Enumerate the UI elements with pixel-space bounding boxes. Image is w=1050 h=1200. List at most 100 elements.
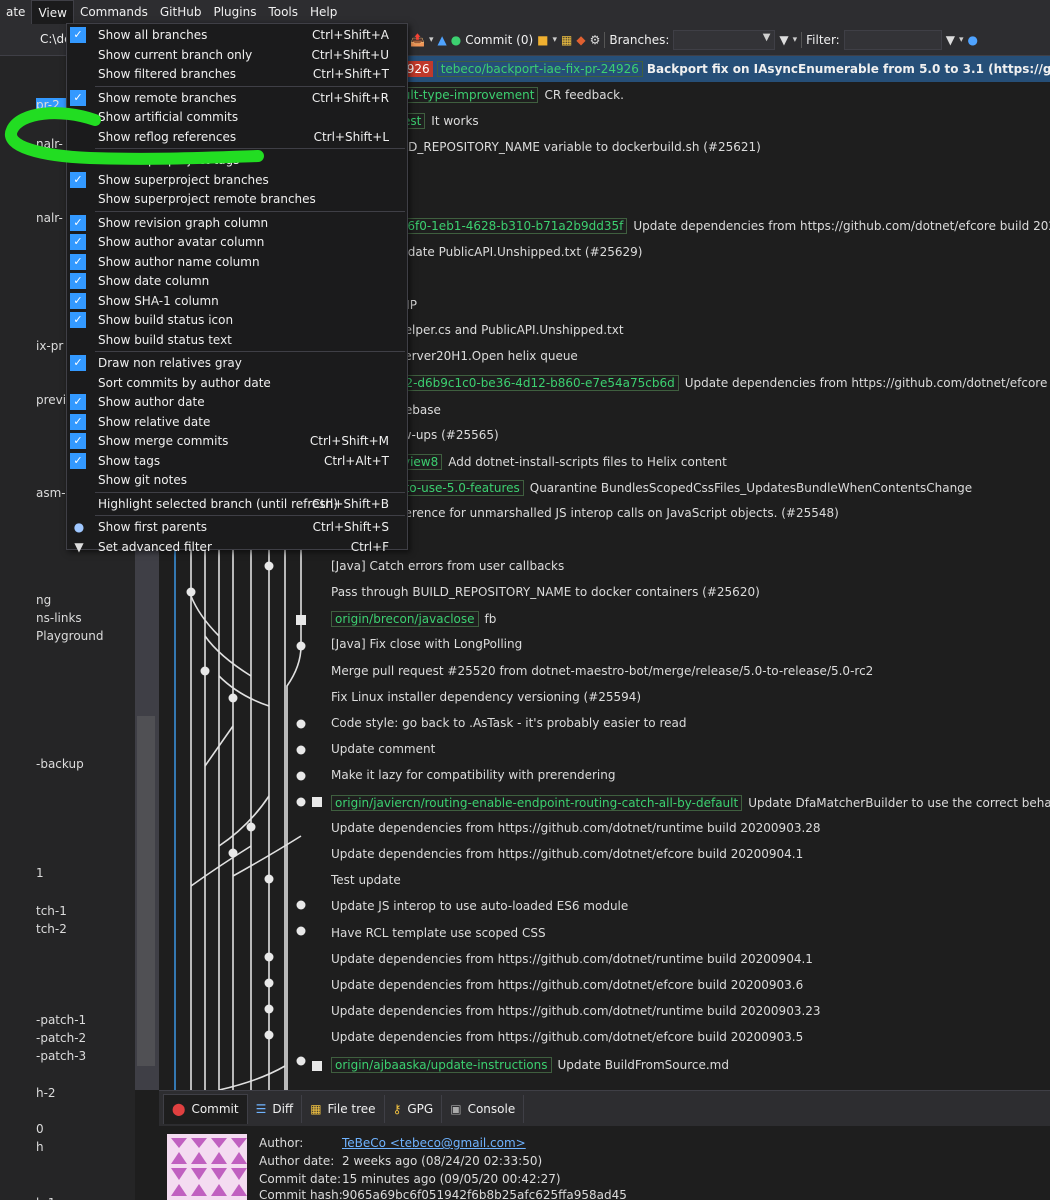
branch-tree-item[interactable]: h-1 (36, 1196, 56, 1200)
revision-row[interactable]: Update dependencies from https://github.… (159, 842, 1050, 868)
revision-row[interactable]: Update JS interop to use auto-loaded ES6… (159, 894, 1050, 920)
menu-item-show-sha-1-column[interactable]: ✓ Show SHA-1 column (67, 292, 407, 311)
branch-tree-item[interactable]: -patch-2 (36, 1031, 86, 1045)
revision-row[interactable]: Update dependencies from https://github.… (159, 947, 1050, 973)
filter-input[interactable] (843, 30, 942, 50)
branch-tree-item[interactable]: -patch-1 (36, 1013, 86, 1027)
push-icon[interactable]: 📤 (410, 32, 425, 48)
stash-icon[interactable]: ■ (537, 32, 548, 48)
branch-tree-item[interactable]: ng (36, 593, 51, 607)
revision-row[interactable]: origin/javiercn/routing-enable-endpoint-… (159, 790, 1050, 816)
menu-item-show-date-column[interactable]: ✓ Show date column (67, 272, 407, 291)
menu-item-show-author-avatar-column[interactable]: ✓ Show author avatar column (67, 233, 407, 252)
dropdown-arrow-icon[interactable]: ▾ (553, 32, 558, 48)
menu-item-draw-non-relatives-gray[interactable]: ✓ Draw non relatives gray (67, 354, 407, 373)
revision-row[interactable]: origin/ajbaaska/update-instructions Updat… (159, 1052, 1050, 1078)
menu-item-show-author-date[interactable]: ✓ Show author date (67, 393, 407, 412)
menu-item-show-superproject-branches[interactable]: ✓ Show superproject branches (67, 171, 407, 190)
branch-tree-item[interactable]: pr-2 (36, 98, 60, 112)
revision-row[interactable]: [Java] Catch errors from user callbacks (159, 554, 1050, 580)
menu-item-show-all-branches[interactable]: ✓ Show all branches Ctrl+Shift+A (67, 26, 407, 45)
revision-row[interactable]: Update dependencies from https://github.… (159, 1025, 1050, 1051)
menu-item-show-artificial-commits[interactable]: Show artificial commits (67, 108, 407, 127)
filter-icon[interactable]: ▼ (779, 32, 788, 48)
tab-gpg[interactable]: ⚷ GPG (385, 1094, 443, 1123)
tab-diff[interactable]: ☰ Diff (248, 1094, 303, 1123)
menu-item-show-superproject-remote-branches[interactable]: Show superproject remote branches (67, 190, 407, 209)
branch-ref-label[interactable]: tebeco/backport-iae-fix-pr-24926 (436, 61, 643, 77)
menu-item-sort-commits-by-author-date[interactable]: Sort commits by author date (67, 374, 407, 393)
branch-tree-item[interactable]: -patch-3 (36, 1049, 86, 1063)
menu-item-highlight-selected-branch-until-refresh[interactable]: Highlight selected branch (until refresh… (67, 495, 407, 514)
menu-item-show-build-status-icon[interactable]: ✓ Show build status icon (67, 311, 407, 330)
menu-item-show-merge-commits[interactable]: ✓ Show merge commits Ctrl+Shift+M (67, 432, 407, 451)
branch-tree-item[interactable]: h-2 (36, 1086, 56, 1100)
menu-item-show-revision-graph-column[interactable]: ✓ Show revision graph column (67, 214, 407, 233)
menu-item-show-first-parents[interactable]: ● Show first parents Ctrl+Shift+S (67, 518, 407, 537)
branch-tree-item[interactable]: Playground (36, 629, 103, 643)
gear-icon[interactable]: ⚙ (590, 32, 601, 48)
menu-item-show-author-name-column[interactable]: ✓ Show author name column (67, 253, 407, 272)
dropdown-arrow-icon[interactable]: ▾ (793, 32, 798, 48)
author-link[interactable]: TeBeCo <tebeco@gmail.com> (342, 1136, 526, 1150)
git-icon[interactable]: ◆ (576, 32, 585, 48)
branch-tree-item[interactable]: ns-links (36, 611, 82, 625)
revision-row[interactable]: Pass through BUILD_REPOSITORY_NAME to do… (159, 580, 1050, 606)
branch-tree-item[interactable]: 1 (36, 866, 44, 880)
revision-row[interactable]: [Java] Fix close with LongPolling (159, 632, 1050, 658)
branch-tree-item[interactable]: tch-2 (36, 922, 67, 936)
commit-button[interactable]: Commit (0) (465, 33, 533, 47)
branch-ref-label[interactable]: origin/javiercn/routing-enable-endpoint-… (331, 794, 743, 811)
menu-view[interactable]: View (31, 0, 74, 24)
menu-item-show-tags[interactable]: ✓ Show tags Ctrl+Alt+T (67, 452, 407, 471)
revision-row[interactable]: Code style: go back to .AsTask - it's pr… (159, 711, 1050, 737)
branch-tree-item[interactable]: asm- (36, 486, 66, 500)
dropdown-arrow-icon[interactable]: ▾ (429, 32, 434, 48)
menu-item-show-build-status-text[interactable]: Show build status text (67, 331, 407, 350)
branch-tree-item[interactable]: h (36, 1140, 44, 1154)
branch-tree-item[interactable]: 0 (36, 1122, 44, 1136)
menu-navigate[interactable]: ate (0, 0, 31, 24)
menu-tools[interactable]: Tools (262, 0, 304, 24)
menu-item-show-relative-date[interactable]: ✓ Show relative date (67, 413, 407, 432)
branch-tree-item[interactable]: -backup (36, 757, 84, 771)
dropdown-arrow-icon[interactable]: ▾ (959, 32, 964, 48)
revision-row[interactable]: Merge pull request #25520 from dotnet-ma… (159, 659, 1050, 685)
menu-commands[interactable]: Commands (74, 0, 154, 24)
menu-item-show-superproject-tags[interactable]: Show superproject tags (67, 151, 407, 170)
menu-item-set-advanced-filter[interactable]: ▼ Set advanced filter Ctrl+F (67, 538, 407, 557)
home-icon[interactable]: ▲ (437, 32, 446, 48)
branch-tree-item[interactable]: nalr- (36, 137, 63, 151)
menu-item-show-filtered-branches[interactable]: Show filtered branches Ctrl+Shift+T (67, 65, 407, 84)
branch-ref-label[interactable]: origin/ajbaaska/update-instructions (331, 1056, 552, 1073)
menu-item-show-remote-branches[interactable]: ✓ Show remote branches Ctrl+Shift+R (67, 89, 407, 108)
menu-item-show-current-branch-only[interactable]: Show current branch only Ctrl+Shift+U (67, 46, 407, 65)
branches-combo[interactable]: ▼ (673, 30, 776, 50)
scrollbar-thumb[interactable] (137, 716, 155, 1066)
filter-icon[interactable]: ▼ (946, 32, 955, 48)
revision-row[interactable]: Update dependencies from https://github.… (159, 999, 1050, 1025)
branch-tree-item[interactable]: nalr- (36, 211, 63, 225)
tab-console[interactable]: ▣ Console (442, 1094, 525, 1123)
branch-tree-item[interactable]: tch-1 (36, 904, 67, 918)
revision-row[interactable]: Test update (159, 868, 1050, 894)
revision-row[interactable]: Update dependencies from https://github.… (159, 816, 1050, 842)
revision-row[interactable]: Make it lazy for compatibility with prer… (159, 763, 1050, 789)
revision-row[interactable]: origin/brecon/javaclose fb (159, 606, 1050, 632)
revision-row[interactable]: Fix Linux installer dependency versionin… (159, 685, 1050, 711)
folder-icon[interactable]: ▦ (561, 32, 572, 48)
menu-item-show-reflog-references[interactable]: Show reflog references Ctrl+Shift+L (67, 128, 407, 147)
menu-help[interactable]: Help (304, 0, 343, 24)
first-parents-icon[interactable]: ● (967, 32, 977, 48)
branch-tree-item[interactable]: ix-pr (36, 339, 63, 353)
branch-ref-label[interactable]: origin/brecon/javaclose (331, 611, 479, 628)
revision-row[interactable]: Update dependencies from https://github.… (159, 973, 1050, 999)
commit-check-icon[interactable]: ● (451, 32, 461, 48)
menu-item-show-git-notes[interactable]: Show git notes (67, 471, 407, 490)
menu-github[interactable]: GitHub (154, 0, 208, 24)
revision-row[interactable]: Have RCL template use scoped CSS (159, 921, 1050, 947)
menu-plugins[interactable]: Plugins (207, 0, 262, 24)
tab-commit[interactable]: ⬤ Commit (163, 1093, 248, 1124)
tab-file-tree[interactable]: ▦ File tree (302, 1094, 385, 1123)
revision-row[interactable]: Update comment (159, 737, 1050, 763)
